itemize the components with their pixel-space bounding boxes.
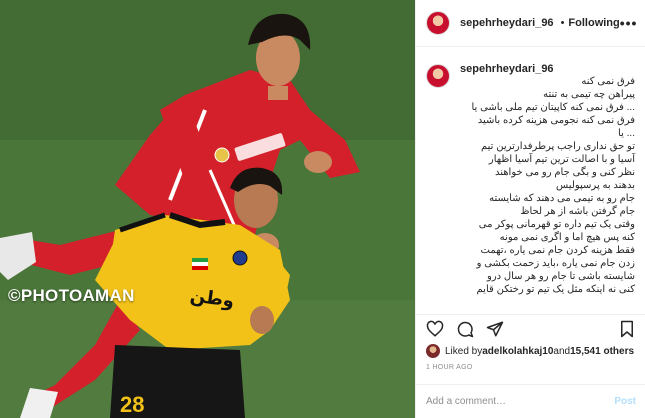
caption-line: نظر کنی و بگی جام رو می خواهند (495, 167, 635, 178)
more-options-icon[interactable]: ••• (620, 15, 638, 31)
caption-line: فرق نمی کنه نجومی هزینه کرده باشید (477, 115, 635, 126)
football-players-image (0, 0, 415, 418)
share-icon[interactable] (486, 320, 504, 338)
post-side-panel: sepehrheydari_96 • Following ••• sepehrh… (415, 0, 645, 418)
caption-line: زدن جام نمی یاره ،باید زحمت بکشی و (476, 258, 635, 269)
caption-line: تو حق نداری راجب پرطرفدارترین تیم (480, 141, 635, 152)
caption-line: کنی نه اینکه مثل یک تیم تو رختکن قایم (476, 284, 635, 295)
add-comment-bar: Post (416, 384, 645, 418)
jersey-number: 28 (120, 392, 145, 417)
post-comment-button[interactable]: Post (614, 396, 636, 407)
comments-area[interactable]: sepehrheydari_96 فرق نمی کنه پیراهن چه تی… (416, 47, 645, 297)
comment-icon[interactable] (456, 320, 474, 338)
post-header: sepehrheydari_96 • Following ••• (416, 0, 645, 47)
liker-username[interactable]: adelkolahkaj10 (482, 346, 553, 357)
caption: sepehrheydari_96 فرق نمی کنه پیراهن چه تی… (426, 63, 635, 297)
caption-line: کنه پس هیچ اما و اگری نمی مونه (499, 232, 635, 243)
comment-input[interactable] (426, 396, 615, 407)
post-timestamp[interactable]: 1 HOUR AGO (426, 364, 473, 371)
caption-line: ... فرق نمی کنه کاپیتان تیم ملی باشی یا (471, 102, 635, 113)
caption-line: ... یا (618, 128, 635, 139)
caption-line: شی یا بری ترکیه یا چپ وراست اصالت با (460, 296, 635, 297)
caption-text: فرق نمی کنه پیراهن چه تیمی به تنته ... فرق… (460, 75, 635, 297)
liker-avatar[interactable] (426, 344, 440, 358)
author-username[interactable]: sepehrheydari_96 (460, 17, 554, 29)
likes-prefix: Liked by (445, 345, 483, 357)
caption-line: جام رو به تیمی می دهند که شایسته (489, 193, 635, 204)
post-actions (416, 314, 645, 342)
caption-line: جام گرفتن باشه از هر لحاظ (520, 206, 635, 217)
likes-count[interactable]: 15,541 others (570, 346, 634, 357)
following-button[interactable]: Following (568, 17, 619, 29)
likes-summary: Liked by adelkolahkaj10 and 15,541 other… (426, 343, 641, 359)
caption-line: پیراهن چه تیمی به تنته (543, 89, 635, 100)
caption-line: فقط هزینه کردن جام نمی یاره ،تهمت (480, 245, 635, 256)
likes-middle: and (553, 345, 571, 357)
caption-line: آسیا و با اصالت ترین تیم آسیا اظهار (488, 154, 635, 165)
caption-line: فرق نمی کنه (581, 76, 635, 87)
caption-line: بدهند به پرسپولیس (556, 180, 635, 191)
post-photo[interactable]: وطن 28 ©PHOTOAMAN (0, 0, 415, 418)
caption-username[interactable]: sepehrheydari_96 (460, 63, 635, 75)
caption-author-avatar[interactable] (426, 64, 450, 88)
author-avatar[interactable] (426, 11, 450, 35)
heart-icon[interactable] (426, 320, 444, 338)
photo-watermark: ©PHOTOAMAN (8, 286, 135, 305)
bookmark-icon[interactable] (618, 320, 636, 338)
caption-line: وقتی یک تیم داره تو قهرمانی پوکر می (478, 219, 635, 230)
caption-line: شایسته باشی تا جام رو هر سال درو (486, 271, 635, 282)
